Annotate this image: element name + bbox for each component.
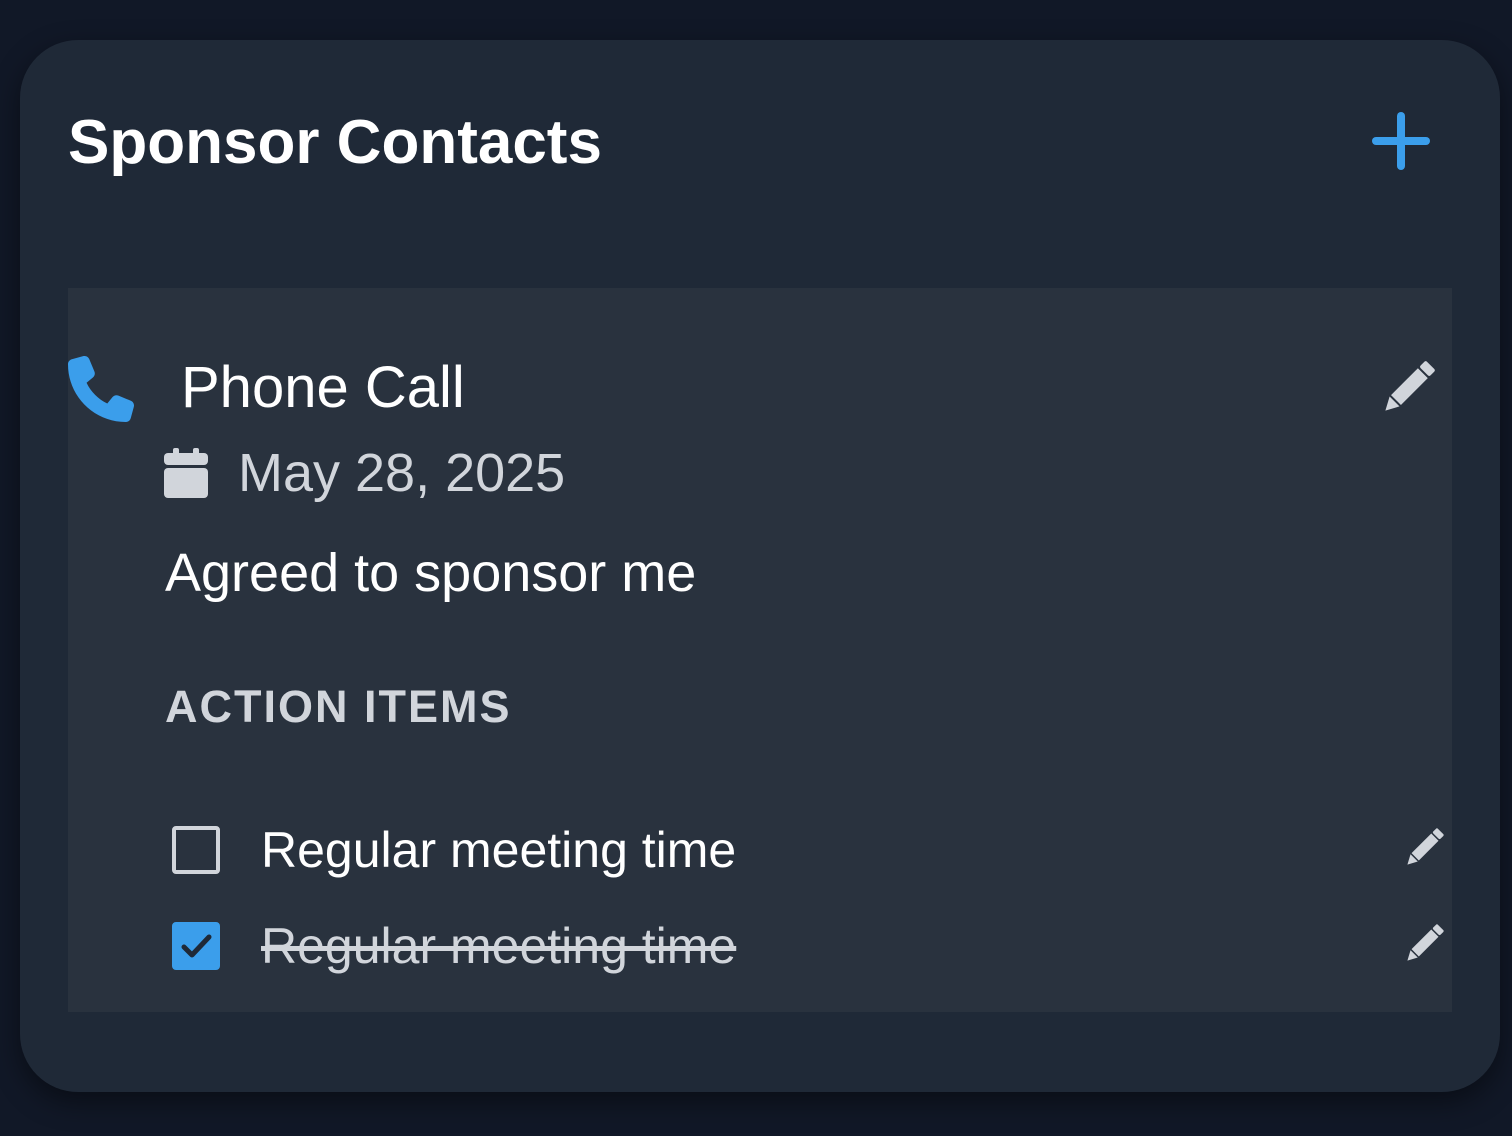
contact-entry: Phone Call May 28, 2025 Agreed to sponso… <box>68 288 1452 1012</box>
contact-notes: Agreed to sponsor me <box>165 543 697 603</box>
plus-icon <box>1372 112 1430 170</box>
action-item-text: Regular meeting time <box>261 822 737 878</box>
edit-contact-button[interactable] <box>1378 358 1438 418</box>
action-items-heading: ACTION ITEMS <box>165 681 512 732</box>
card-title: Sponsor Contacts <box>68 108 602 177</box>
sponsor-contacts-card: Sponsor Contacts Phone Call May 28, 2025… <box>20 40 1500 1092</box>
action-item: Regular meeting time <box>68 820 1452 880</box>
calendar-icon <box>164 448 208 498</box>
action-item-checkbox[interactable] <box>172 826 220 874</box>
edit-action-item-button[interactable] <box>1402 826 1446 870</box>
action-item: Regular meeting time <box>68 916 1452 976</box>
action-item-checkbox[interactable] <box>172 922 220 970</box>
action-item-text: Regular meeting time <box>261 918 737 974</box>
add-contact-button[interactable] <box>1366 106 1436 176</box>
contact-type: Phone Call <box>181 355 465 420</box>
pencil-icon <box>1385 361 1435 411</box>
pencil-icon <box>1407 828 1444 865</box>
pencil-icon <box>1407 924 1444 961</box>
contact-date: May 28, 2025 <box>238 443 566 503</box>
checkmark-icon <box>181 934 212 958</box>
phone-icon <box>68 356 134 422</box>
edit-action-item-button[interactable] <box>1402 922 1446 966</box>
